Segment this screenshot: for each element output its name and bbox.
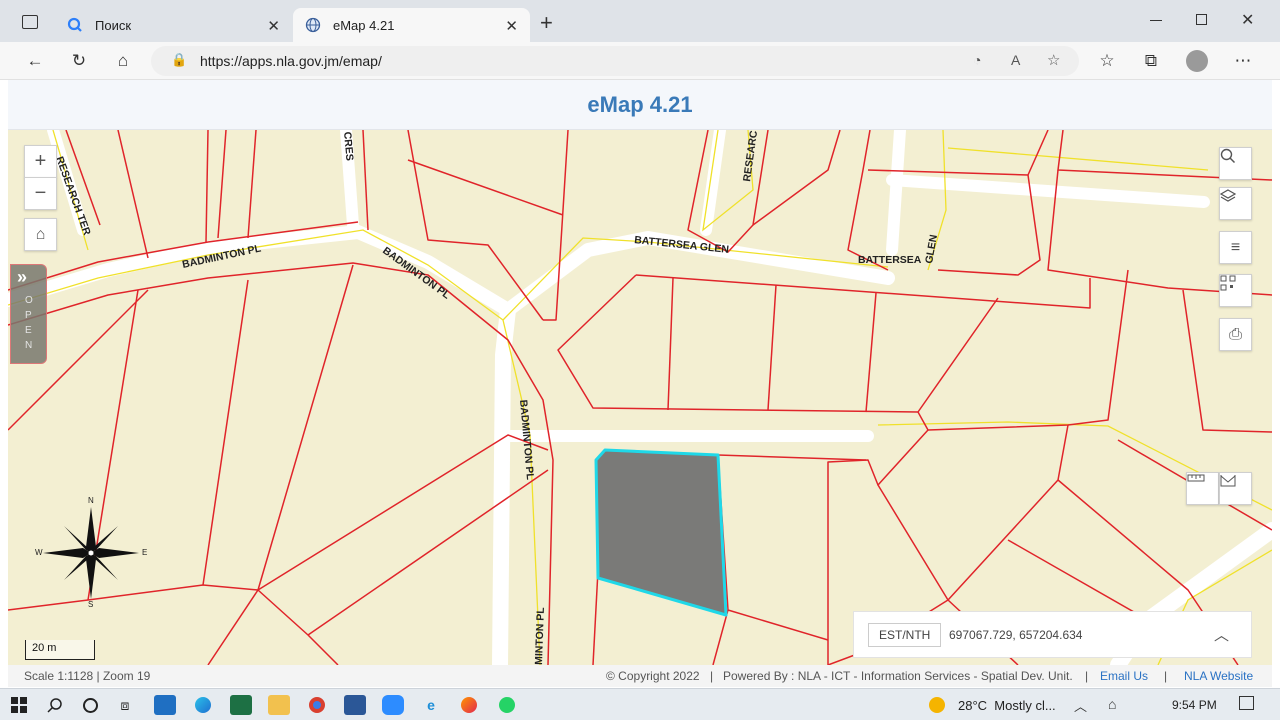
tab-search[interactable]: Поиск ✕ — [55, 8, 292, 42]
address-bar[interactable]: 🔒 https://apps.nla.gov.jm/emap/ ◔ A ☆ — [151, 46, 1079, 76]
lock-icon: 🔒 — [171, 52, 188, 67]
scale-zoom-text: Scale 1:1128 | Zoom 19 — [24, 669, 151, 683]
selected-parcel — [594, 448, 728, 617]
road-label: RESEARC — [741, 130, 760, 182]
copyright-text: © Copyright 2022 — [606, 669, 700, 683]
tab-label: Поиск — [95, 17, 132, 33]
qr-code-button[interactable] — [1219, 274, 1252, 307]
close-icon[interactable]: ✕ — [267, 17, 280, 35]
road-label: BATTERSEA — [858, 254, 922, 266]
back-button[interactable]: ← — [21, 48, 49, 74]
search-q-icon — [67, 17, 83, 33]
road-label: CRES — [341, 131, 355, 161]
browser-toolbar: ← ↻ ⌂ 🔒 https://apps.nla.gov.jm/emap/ ◔ … — [0, 42, 1280, 80]
tab-emap[interactable]: eMap 4.21 ✕ — [293, 8, 530, 42]
zoom-app-icon[interactable] — [382, 695, 404, 715]
separator: | — [1085, 669, 1089, 683]
more-menu-icon[interactable]: ⋯ — [1229, 48, 1257, 74]
internet-explorer-icon[interactable]: e — [420, 695, 442, 715]
minimize-button[interactable] — [1150, 20, 1162, 21]
coordinate-type-button[interactable]: EST/NTH — [868, 623, 942, 647]
side-panel-label: OPEN — [25, 295, 33, 351]
read-aloud-icon[interactable]: A — [1011, 52, 1020, 68]
compass-rose: N S E W — [34, 496, 152, 610]
map-canvas[interactable]: RESEARCH TER CRES BADMINTON PL BADMINTON… — [8, 130, 1272, 665]
whatsapp-icon[interactable] — [496, 695, 518, 715]
add-favorite-icon[interactable]: ☆ — [1047, 51, 1060, 69]
side-panel-toggle[interactable]: » OPEN — [10, 264, 47, 364]
search-icon[interactable] — [44, 695, 66, 715]
page-title: eMap 4.21 — [587, 92, 693, 117]
zoom-in-button[interactable]: + — [24, 145, 57, 178]
task-view-icon[interactable]: ⧈ — [114, 695, 136, 715]
measure-button[interactable] — [1186, 472, 1219, 505]
file-explorer-icon[interactable] — [268, 695, 290, 715]
refresh-button[interactable]: ↻ — [65, 48, 93, 74]
excel-icon[interactable] — [230, 695, 252, 715]
chevron-up-icon[interactable]: ︿ — [1214, 624, 1229, 645]
scale-bar: 20 m — [25, 640, 95, 660]
home-button[interactable]: ⌂ — [109, 48, 137, 74]
taskbar: ⧈ e 28°C Mostly cl... ︿ ⌂ 9:54 PM — [0, 688, 1280, 720]
tracking-prevention-icon[interactable]: ◔ — [973, 52, 981, 68]
profile-avatar[interactable] — [1183, 48, 1211, 74]
word-icon[interactable] — [344, 695, 366, 715]
coordinate-value: 697067.729, 657204.634 — [949, 628, 1083, 642]
weather-icon — [926, 695, 948, 715]
powered-by-text: Powered By : NLA - ICT - Information Ser… — [723, 669, 1073, 683]
scale-bar-label: 20 m — [32, 642, 57, 654]
notifications-icon[interactable] — [1239, 696, 1254, 710]
edge-icon[interactable] — [192, 695, 214, 715]
app-header: eMap 4.21 — [8, 80, 1272, 130]
chevron-up-icon[interactable]: ︿ — [1074, 696, 1087, 715]
new-tab-button[interactable]: + — [540, 10, 553, 36]
app-icon[interactable] — [154, 695, 176, 715]
separator: | — [1164, 669, 1168, 683]
website-link[interactable]: NLA Website — [1184, 669, 1253, 683]
chrome-icon[interactable] — [306, 695, 328, 715]
menu-button[interactable]: ≡ — [1219, 231, 1252, 264]
print-button[interactable]: ⎙ — [1219, 318, 1252, 351]
weather-text[interactable]: 28°C Mostly cl... — [958, 698, 1056, 713]
url-text: https://apps.nla.gov.jm/emap/ — [200, 53, 382, 69]
road-label: RESEARCH TER — [53, 155, 93, 237]
zoom-out-button[interactable]: − — [24, 177, 57, 210]
clock-text[interactable]: 9:54 PM — [1172, 698, 1217, 712]
cortana-icon[interactable] — [79, 695, 101, 715]
close-window-button[interactable]: ✕ — [1241, 10, 1254, 30]
tab-strip: Поиск ✕ eMap 4.21 ✕ + ✕ — [0, 0, 1280, 42]
compass-east: E — [142, 548, 148, 557]
network-icon[interactable]: ⌂ — [1108, 696, 1116, 712]
compass-west: W — [35, 548, 43, 557]
double-chevron-icon: » — [17, 267, 28, 287]
coordinate-panel: EST/NTH 697067.729, 657204.634 ︿ — [853, 611, 1252, 658]
collections-icon[interactable]: ⧉ — [1137, 48, 1165, 74]
road-label: MINTON PL — [533, 607, 547, 665]
search-button[interactable] — [1219, 147, 1252, 180]
separator: | — [710, 669, 714, 683]
globe-icon — [305, 17, 321, 33]
favorites-icon[interactable]: ☆ — [1093, 48, 1121, 74]
elevation-profile-button[interactable] — [1219, 472, 1252, 505]
map-layer: RESEARCH TER CRES BADMINTON PL BADMINTON… — [8, 130, 1272, 665]
windows-start-icon[interactable] — [8, 695, 30, 715]
compass-south: S — [88, 600, 94, 609]
road-label: GLEN — [923, 234, 940, 265]
tab-label: eMap 4.21 — [333, 17, 395, 33]
layers-button[interactable] — [1219, 187, 1252, 220]
close-icon[interactable]: ✕ — [505, 17, 518, 35]
compass-north: N — [88, 496, 94, 505]
home-extent-button[interactable]: ⌂ — [24, 218, 57, 251]
email-link[interactable]: Email Us — [1100, 669, 1148, 683]
maximize-button[interactable] — [1196, 14, 1207, 25]
status-bar: Scale 1:1128 | Zoom 19 © Copyright 2022 … — [8, 665, 1272, 687]
workspaces-icon[interactable] — [22, 15, 38, 29]
firefox-icon[interactable] — [458, 695, 480, 715]
